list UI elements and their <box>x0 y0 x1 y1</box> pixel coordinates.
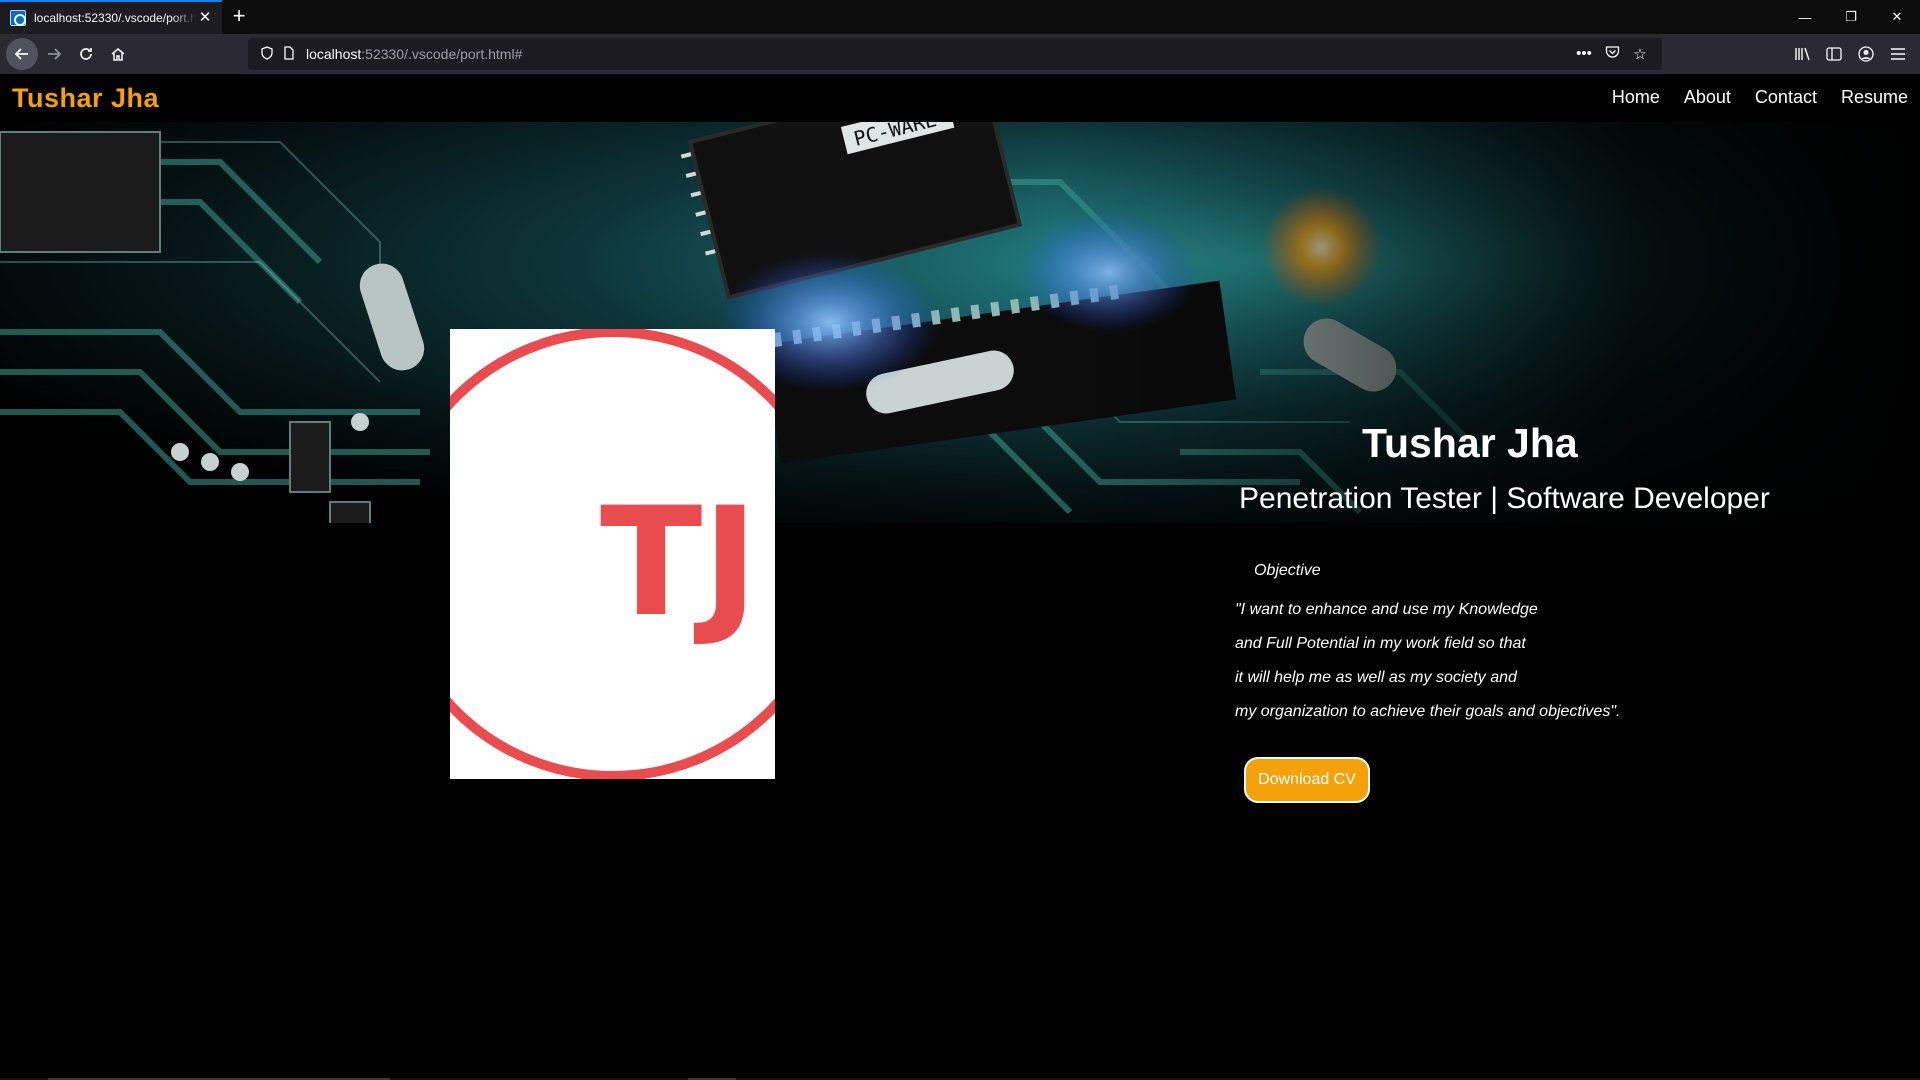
avatar-logo: TJ <box>450 329 775 779</box>
intro-name: Tushar Jha <box>1362 420 1578 466</box>
vscode-favicon-icon <box>10 10 26 26</box>
url-path: :52330/.vscode/port.html# <box>361 46 523 62</box>
web-page: Tushar Jha Home About Contact Resume TJ … <box>0 74 1920 1080</box>
browser-toolbar: localhost:52330/.vscode/port.html# ••• ☆ <box>0 34 1920 74</box>
url-host: localhost <box>306 46 362 62</box>
browser-tab[interactable]: localhost:52330/.vscode/port.html# ✕ <box>0 0 222 34</box>
close-window-icon[interactable]: ✕ <box>1874 0 1920 34</box>
nav-link-home[interactable]: Home <box>1612 87 1660 108</box>
nav-link-contact[interactable]: Contact <box>1755 87 1817 108</box>
pocket-icon[interactable] <box>1598 45 1626 63</box>
objective-line: and Full Potential in my work field so t… <box>1235 635 1526 652</box>
page-icon[interactable] <box>278 45 300 63</box>
objective-heading: Objective <box>1254 562 1321 579</box>
objective-line: it will help me as well as my society an… <box>1235 669 1517 686</box>
url-text[interactable]: localhost:52330/.vscode/port.html# <box>306 46 1570 62</box>
reload-icon[interactable] <box>70 38 102 70</box>
download-cv-button[interactable]: Download CV <box>1244 757 1370 803</box>
hero-banner-image: PC-WARE <box>0 122 1920 523</box>
back-arrow-icon[interactable] <box>6 38 38 70</box>
more-icon[interactable]: ••• <box>1570 45 1598 63</box>
address-bar[interactable]: localhost:52330/.vscode/port.html# ••• ☆ <box>248 38 1662 70</box>
forward-arrow-icon[interactable] <box>38 38 70 70</box>
shield-icon[interactable] <box>256 45 278 63</box>
nav-link-about[interactable]: About <box>1684 87 1731 108</box>
star-icon[interactable]: ☆ <box>1626 45 1654 63</box>
close-tab-icon[interactable]: ✕ <box>196 9 214 27</box>
tab-title: localhost:52330/.vscode/port.html# <box>34 11 196 25</box>
restore-icon[interactable]: ❐ <box>1828 0 1874 34</box>
library-icon[interactable] <box>1786 38 1818 70</box>
nav-link-resume[interactable]: Resume <box>1841 87 1908 108</box>
objective-line: "I want to enhance and use my Knowledge <box>1235 601 1538 618</box>
new-tab-button[interactable]: + <box>222 0 256 34</box>
window-controls: — ❐ ✕ <box>1782 0 1920 34</box>
sidebar-icon[interactable] <box>1818 38 1850 70</box>
objective-text: "I want to enhance and use my Knowledge … <box>1235 600 1620 736</box>
site-header: Tushar Jha Home About Contact Resume <box>0 74 1920 122</box>
avatar-initials: TJ <box>600 476 758 650</box>
intro-role: Penetration Tester | Software Developer <box>1239 482 1770 515</box>
site-nav: Home About Contact Resume <box>1588 87 1908 108</box>
minimize-icon[interactable]: — <box>1782 0 1828 34</box>
hamburger-icon[interactable] <box>1882 38 1914 70</box>
account-icon[interactable] <box>1850 38 1882 70</box>
objective-line: my organization to achieve their goals a… <box>1235 703 1621 720</box>
site-brand[interactable]: Tushar Jha <box>12 83 159 114</box>
browser-tab-strip: localhost:52330/.vscode/port.html# ✕ + —… <box>0 0 1920 34</box>
home-icon[interactable] <box>102 38 134 70</box>
